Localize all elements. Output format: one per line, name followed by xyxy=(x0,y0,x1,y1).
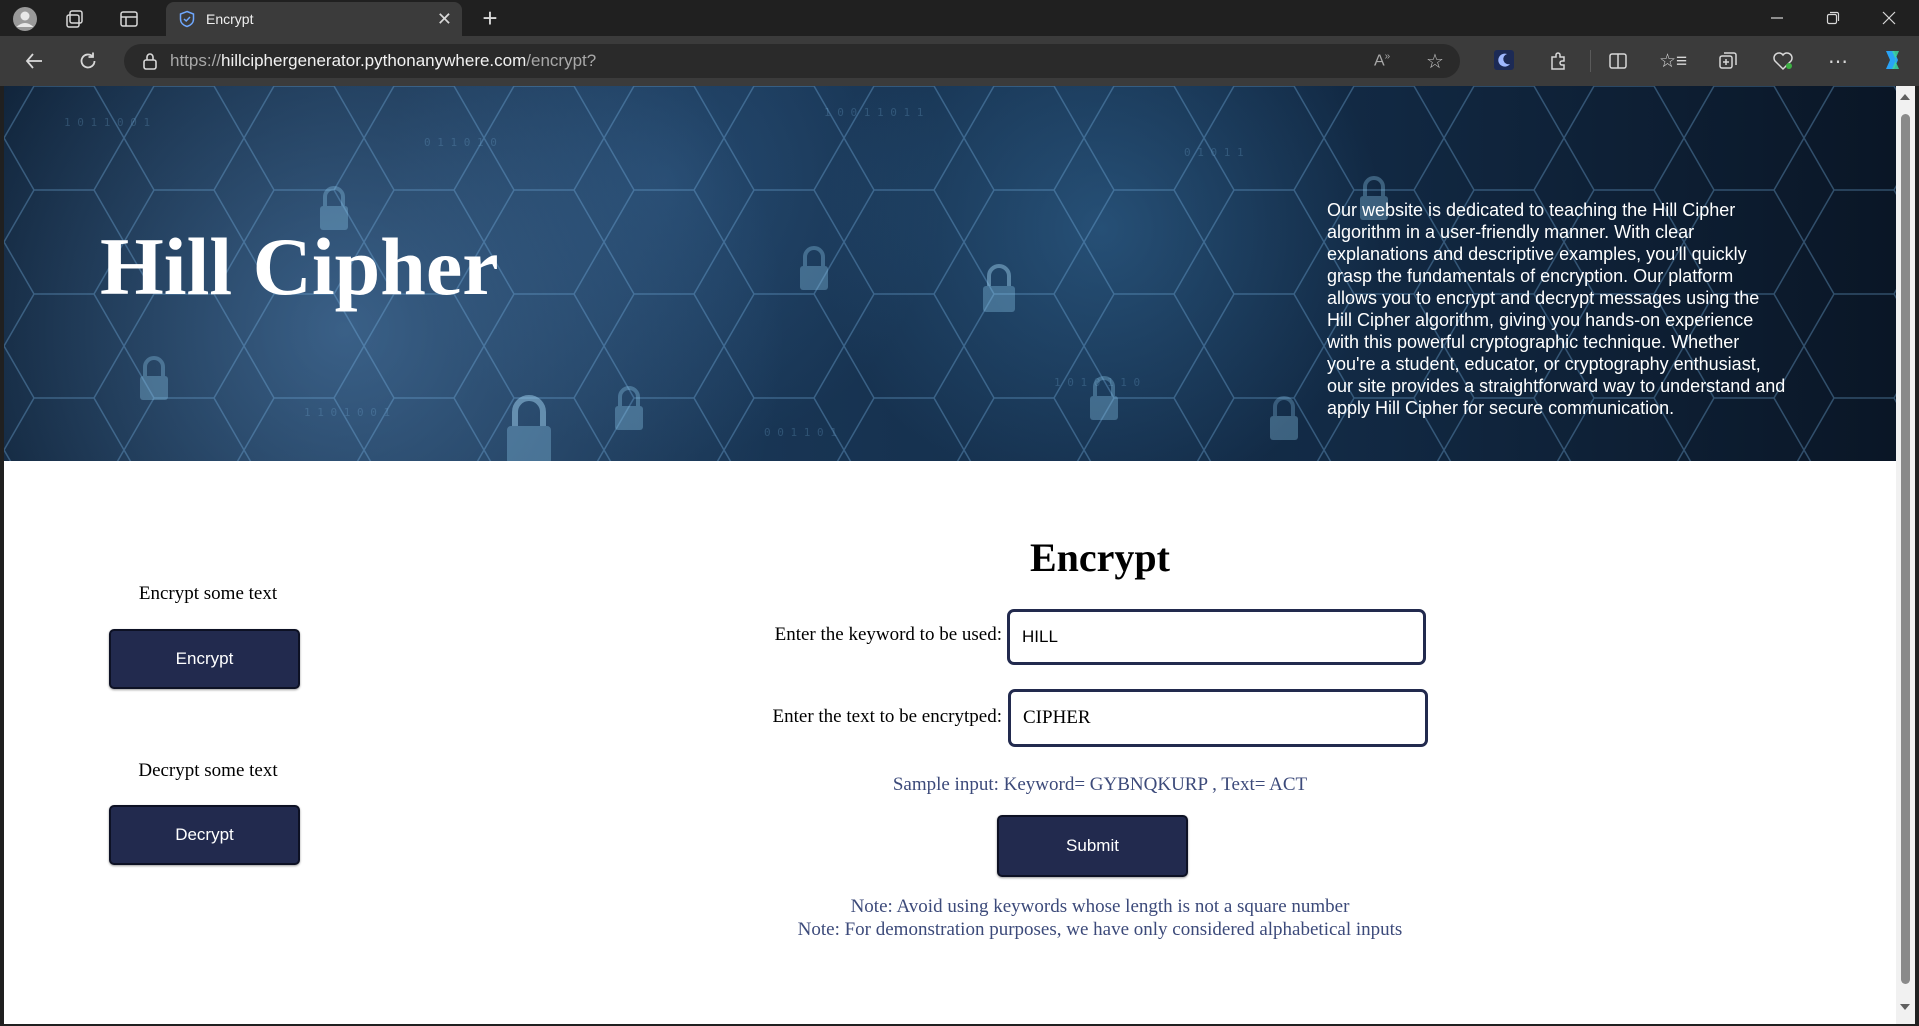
scroll-down-arrow-icon[interactable] xyxy=(1900,1004,1910,1010)
svg-text:0 1 0 1 1: 0 1 0 1 1 xyxy=(1184,146,1244,159)
svg-text:1 1 0 1 0 0 1: 1 1 0 1 0 0 1 xyxy=(304,406,390,419)
page-scrollbar[interactable] xyxy=(1896,86,1915,1024)
url-host: hillciphergenerator.pythonanywhere.com xyxy=(221,51,527,70)
site-title: Hill Cipher xyxy=(100,221,499,312)
close-tab-icon[interactable]: ✕ xyxy=(437,9,452,30)
favorites-icon[interactable]: ☆≡ xyxy=(1659,48,1687,74)
text-input[interactable]: CIPHER xyxy=(1008,689,1428,747)
vertical-tabs-icon[interactable] xyxy=(116,6,142,32)
refresh-icon[interactable] xyxy=(74,47,102,75)
profile-avatar-icon[interactable] xyxy=(10,4,40,34)
submit-button[interactable]: Submit xyxy=(997,815,1188,877)
more-options-icon[interactable]: ⋯ xyxy=(1825,48,1851,74)
url-text: https://hillciphergenerator.pythonanywhe… xyxy=(170,51,596,71)
browser-tab-bar: Encrypt ✕ + xyxy=(0,0,1919,36)
note-alphabetical-inputs: Note: For demonstration purposes, we hav… xyxy=(797,919,1403,940)
site-description: Our website is dedicated to teaching the… xyxy=(1327,200,1786,418)
browser-essentials-icon[interactable] xyxy=(1770,48,1796,74)
lock-icon[interactable] xyxy=(142,52,158,70)
active-tab[interactable]: Encrypt ✕ xyxy=(166,2,462,36)
restore-icon[interactable] xyxy=(1816,4,1850,32)
sample-input-hint: Sample input: Keyword= GYBNQKURP , Text=… xyxy=(892,774,1308,795)
decrypt-nav-button[interactable]: Decrypt xyxy=(109,805,300,865)
keyword-label: Enter the keyword to be used: xyxy=(774,624,1002,645)
workspaces-icon[interactable] xyxy=(62,6,88,32)
extensions-icon[interactable] xyxy=(1545,48,1571,74)
close-window-icon[interactable] xyxy=(1872,4,1906,32)
keyword-input-value: HILL xyxy=(1022,627,1058,646)
split-screen-icon[interactable] xyxy=(1605,48,1631,74)
collections-icon[interactable] xyxy=(1715,48,1741,74)
back-icon[interactable] xyxy=(20,47,48,75)
favorite-star-icon[interactable]: ☆ xyxy=(1426,49,1444,74)
svg-text:1 0 1 1 0 0 1: 1 0 1 1 0 0 1 xyxy=(64,116,150,129)
shield-icon xyxy=(178,10,196,28)
dark-reader-extension-icon[interactable] xyxy=(1492,48,1516,72)
copilot-icon[interactable] xyxy=(1878,46,1906,74)
new-tab-icon[interactable]: + xyxy=(476,3,504,33)
page-viewport: 1 0 1 1 0 0 1 0 1 1 0 1 0 1 0 0 1 1 0 1 … xyxy=(4,86,1896,1024)
url-path: /encrypt? xyxy=(526,51,597,70)
svg-text:0 1 1 0 1 0: 0 1 1 0 1 0 xyxy=(424,136,497,149)
encrypt-nav-button[interactable]: Encrypt xyxy=(109,629,300,689)
svg-text:0 0 1 1 0 1: 0 0 1 1 0 1 xyxy=(764,426,837,439)
browser-toolbar: https://hillciphergenerator.pythonanywhe… xyxy=(0,36,1919,86)
address-bar[interactable]: https://hillciphergenerator.pythonanywhe… xyxy=(124,44,1460,78)
form-title: Encrypt xyxy=(1030,535,1170,580)
text-input-value: CIPHER xyxy=(1023,707,1091,728)
decrypt-section-label: Decrypt some text xyxy=(138,760,278,781)
text-label: Enter the text to be encrytped: xyxy=(772,706,1003,727)
url-scheme: https:// xyxy=(170,51,222,70)
keyword-input[interactable]: HILL xyxy=(1007,609,1426,665)
minimize-icon[interactable] xyxy=(1760,4,1794,32)
scrollbar-thumb[interactable] xyxy=(1901,114,1910,984)
hero-banner: 1 0 1 1 0 0 1 0 1 1 0 1 0 1 0 0 1 1 0 1 … xyxy=(4,86,1896,461)
svg-text:1 0 0 1 1 0 1 1: 1 0 0 1 1 0 1 1 xyxy=(824,106,923,119)
toolbar-separator xyxy=(1590,50,1591,72)
note-square-keyword: Note: Avoid using keywords whose length … xyxy=(850,896,1350,917)
tab-title: Encrypt xyxy=(206,11,254,27)
read-aloud-icon[interactable]: A» xyxy=(1374,51,1390,70)
encrypt-section-label: Encrypt some text xyxy=(138,583,278,604)
scroll-up-arrow-icon[interactable] xyxy=(1900,94,1910,100)
